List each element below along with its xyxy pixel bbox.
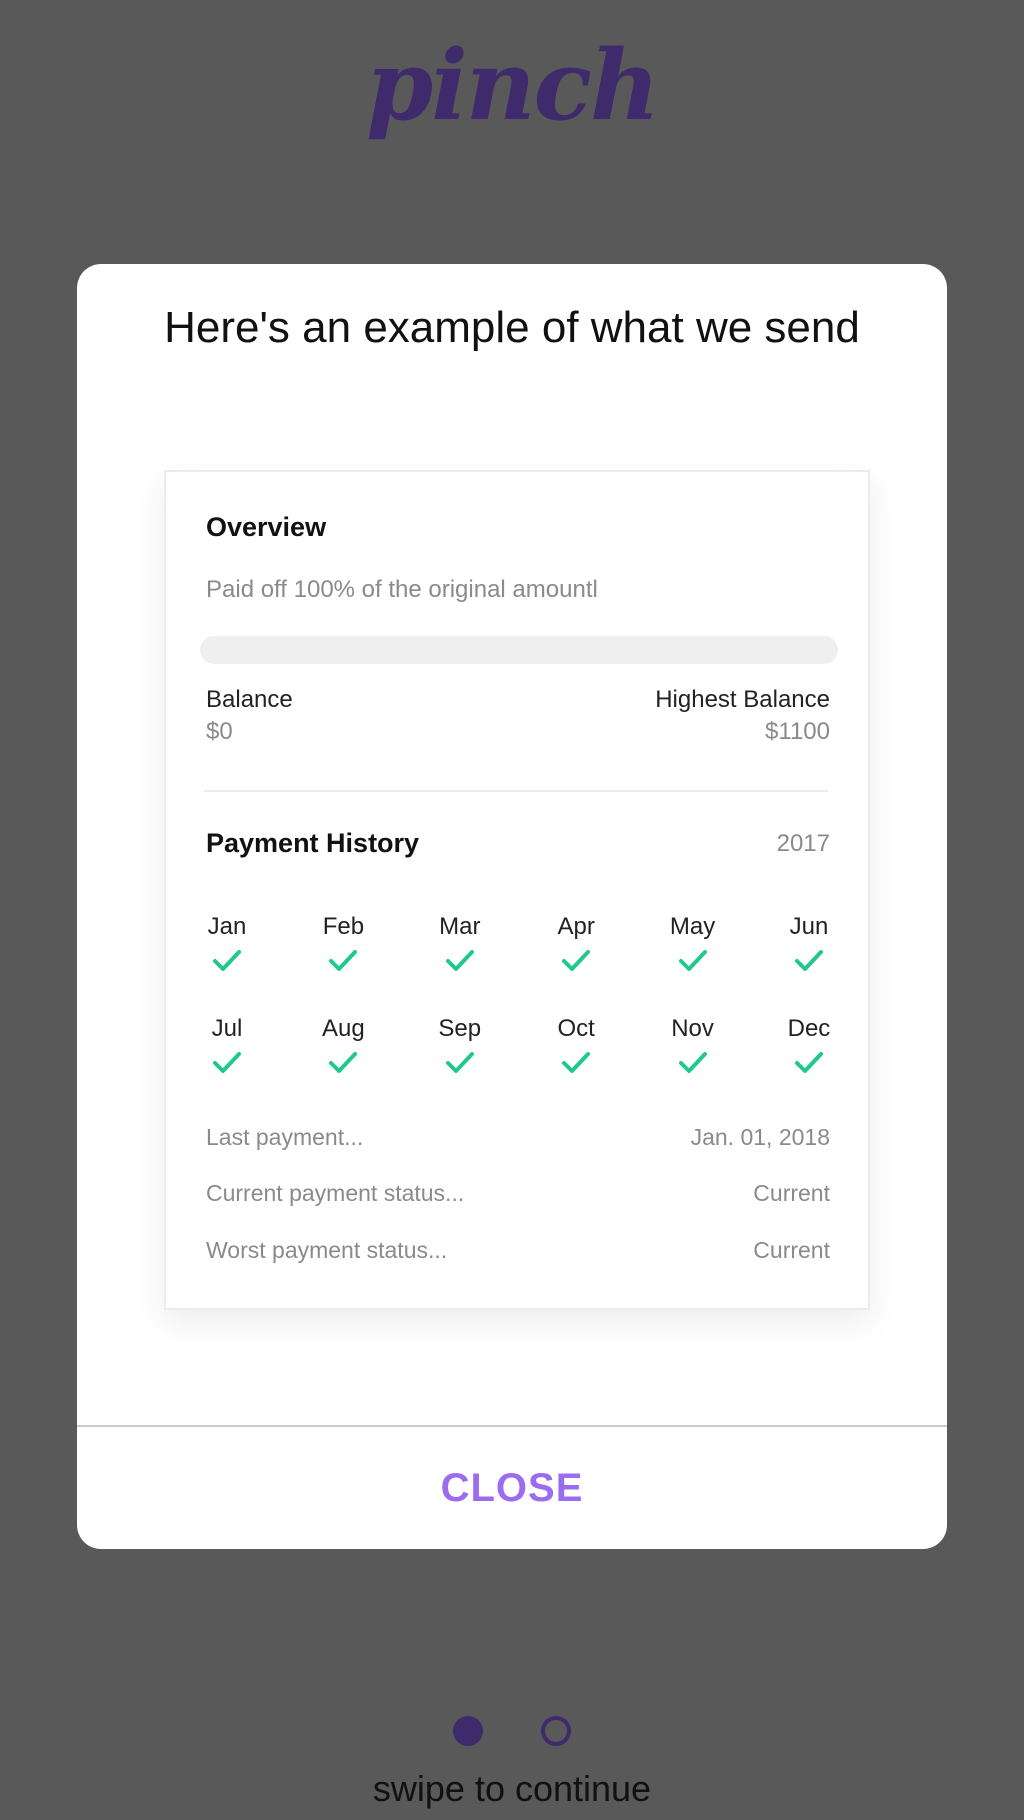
page-indicator bbox=[0, 1716, 1024, 1748]
month-label: Oct bbox=[557, 1015, 595, 1042]
credit-report-card: Overview Paid off 100% of the original a… bbox=[164, 470, 870, 1310]
month-row-1: Jan Feb Mar Apr May Jun bbox=[192, 912, 844, 1014]
swipe-hint: swipe to continue bbox=[372, 1768, 652, 1809]
section-divider bbox=[204, 790, 828, 792]
example-modal: Here's an example of what we send Overvi… bbox=[77, 264, 947, 1549]
check-icon bbox=[329, 1052, 358, 1073]
month-label: Feb bbox=[322, 913, 365, 940]
detail-worst-status: Worst payment status... Current bbox=[206, 1237, 830, 1267]
detail-current-status: Current payment status... Current bbox=[206, 1180, 830, 1210]
month-may: May bbox=[658, 912, 728, 1014]
detail-value: Jan. 01, 2018 bbox=[690, 1124, 830, 1150]
highest-balance-value: $1100 bbox=[765, 718, 830, 745]
check-icon bbox=[794, 950, 823, 971]
overview-title: Overview bbox=[206, 512, 327, 542]
month-label: Sep bbox=[438, 1015, 482, 1042]
month-sep: Sep bbox=[425, 1014, 495, 1116]
detail-label: Worst payment status... bbox=[206, 1237, 448, 1263]
check-icon bbox=[678, 1052, 707, 1073]
highest-balance-label: Highest Balance bbox=[655, 686, 830, 713]
check-icon bbox=[445, 950, 474, 971]
check-icon bbox=[678, 950, 707, 971]
month-apr: Apr bbox=[541, 912, 611, 1014]
month-label: May bbox=[669, 913, 716, 940]
balance-value: $0 bbox=[206, 718, 233, 745]
check-icon bbox=[794, 1052, 823, 1073]
month-dec: Dec bbox=[774, 1014, 844, 1116]
check-icon bbox=[562, 1052, 591, 1073]
check-icon bbox=[445, 1052, 474, 1073]
detail-last-payment: Last payment... Jan. 01, 2018 bbox=[206, 1124, 830, 1154]
detail-label: Last payment... bbox=[206, 1124, 364, 1150]
check-icon bbox=[562, 950, 591, 971]
month-grid: Jan Feb Mar Apr May Jun Jul Aug Sep Oct Nov Dec bbox=[192, 912, 844, 1116]
month-mar: Mar bbox=[425, 912, 495, 1014]
detail-value: Current bbox=[753, 1237, 830, 1263]
check-icon bbox=[329, 950, 358, 971]
month-label: Apr bbox=[557, 913, 595, 940]
month-jan: Jan bbox=[192, 912, 262, 1014]
page-dot-2[interactable] bbox=[541, 1716, 571, 1746]
month-label: Aug bbox=[322, 1015, 365, 1042]
month-jun: Jun bbox=[774, 912, 844, 1014]
close-button[interactable]: CLOSE bbox=[411, 1456, 614, 1521]
payment-history-year: 2017 bbox=[776, 830, 830, 857]
month-row-2: Jul Aug Sep Oct Nov Dec bbox=[192, 1014, 844, 1116]
payment-history-title: Payment History bbox=[206, 828, 420, 858]
month-oct: Oct bbox=[541, 1014, 611, 1116]
check-icon bbox=[213, 950, 241, 971]
month-label: Jan bbox=[207, 913, 247, 940]
overview-description: Paid off 100% of the original amountl bbox=[206, 576, 598, 603]
pinch-logo: pinch bbox=[0, 20, 1024, 150]
page-dot-1[interactable] bbox=[453, 1716, 483, 1746]
detail-value: Current bbox=[753, 1180, 830, 1206]
month-label: Dec bbox=[787, 1015, 831, 1042]
paid-off-progress-fill bbox=[200, 636, 838, 664]
month-label: Nov bbox=[671, 1015, 714, 1042]
balance-label: Balance bbox=[206, 686, 293, 713]
month-feb: Feb bbox=[308, 912, 378, 1014]
modal-title: Here's an example of what we send bbox=[164, 303, 860, 352]
month-jul: Jul bbox=[192, 1014, 262, 1116]
detail-label: Current payment status... bbox=[206, 1180, 465, 1206]
month-label: Jul bbox=[211, 1015, 243, 1042]
check-icon bbox=[213, 1052, 241, 1073]
modal-footer: CLOSE bbox=[77, 1425, 947, 1549]
month-label: Jun bbox=[789, 913, 829, 940]
paid-off-progress-bar bbox=[200, 636, 838, 664]
month-label: Mar bbox=[439, 913, 481, 940]
month-aug: Aug bbox=[308, 1014, 378, 1116]
month-nov: Nov bbox=[658, 1014, 728, 1116]
logo-text: pinch bbox=[366, 28, 660, 142]
